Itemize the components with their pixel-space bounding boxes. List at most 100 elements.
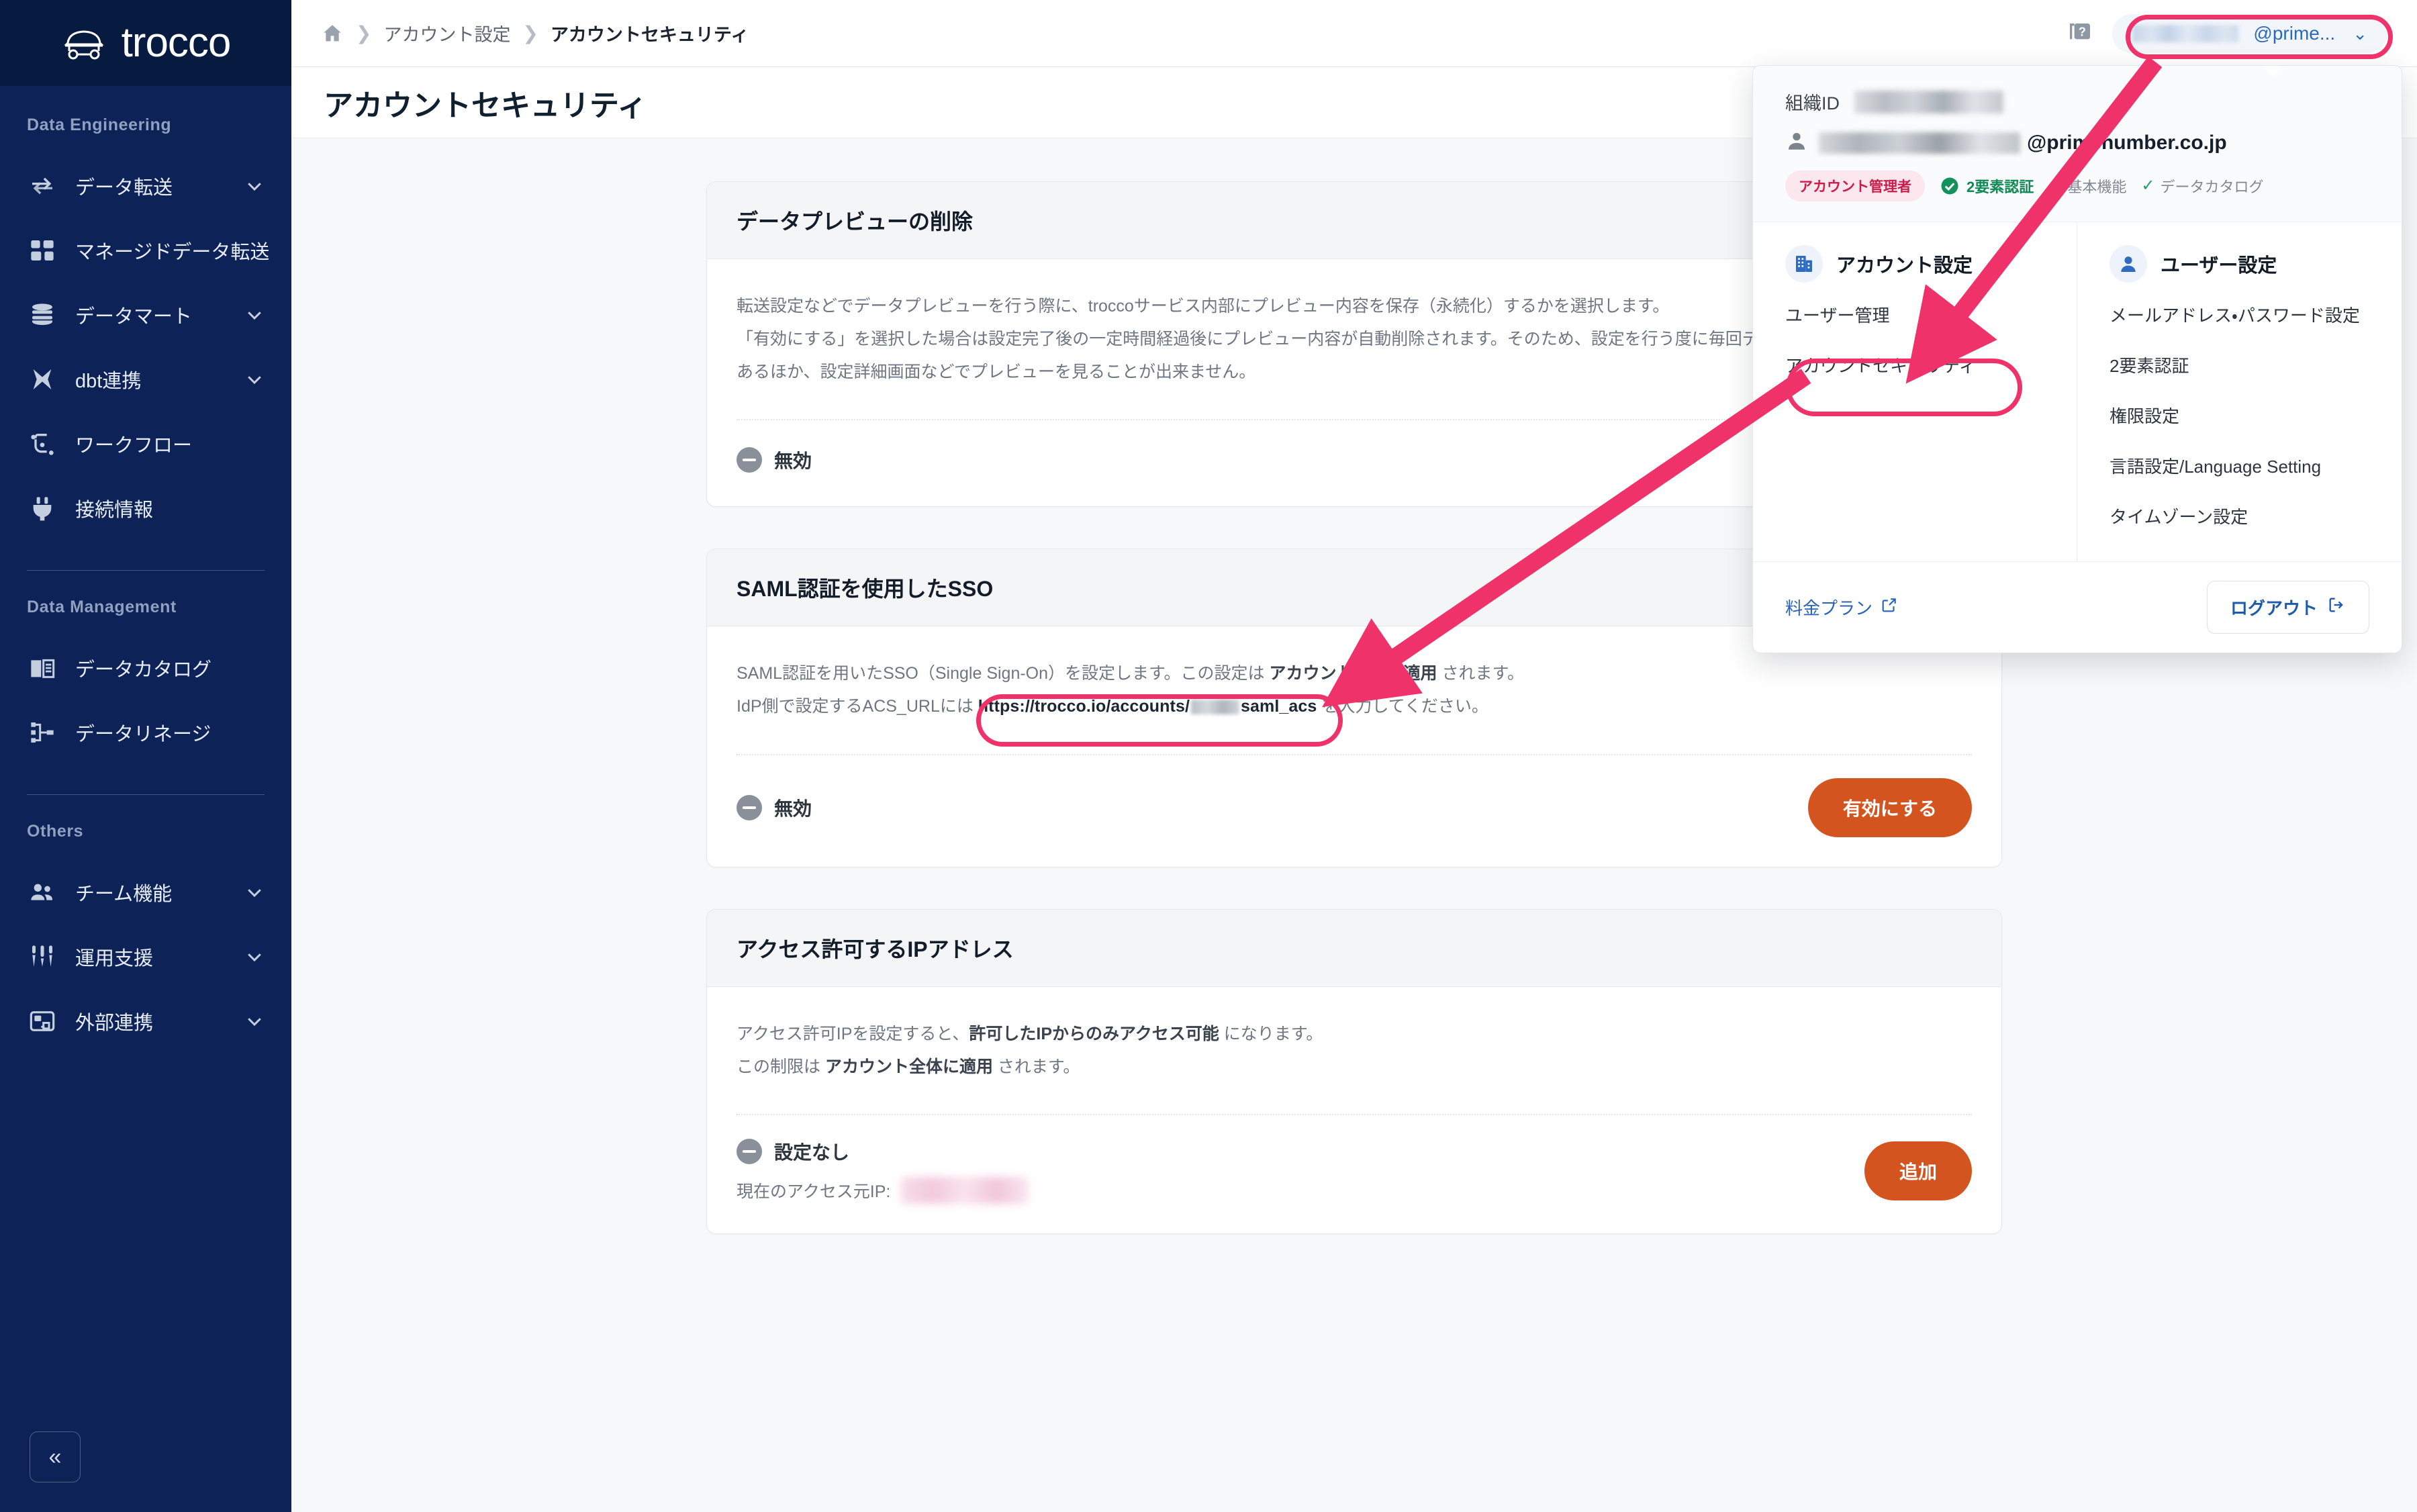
badge-data-catalog-label: データカタログ <box>2160 179 2264 195</box>
sidebar-item-data-mart[interactable]: データマート <box>0 283 291 347</box>
sidebar-section-label-data-engineering: Data Engineering <box>27 115 172 134</box>
sidebar-item-label: 接続情報 <box>75 500 154 521</box>
dropdown-item-account-security[interactable]: アカウントセキュリティ <box>1753 340 2077 390</box>
sidebar-item-connections[interactable]: 接続情報 <box>0 476 291 540</box>
sidebar: trocco Data Engineering データ転送 マネージドデータ転送 <box>0 0 291 1512</box>
pricing-plan-link[interactable]: 料金プラン <box>1785 595 1898 620</box>
organization-id-row: 組織ID <box>1785 89 2369 115</box>
topbar-right: ? @prime... ⌄ <box>2065 13 2387 53</box>
brand-logo[interactable]: trocco <box>0 0 291 86</box>
dropdown-column-header: ユーザー設定 <box>2077 245 2402 289</box>
card-actions: 有効にする <box>1807 777 1972 837</box>
sidebar-item-workflow[interactable]: ワークフロー <box>0 412 291 476</box>
breadcrumb-item-account-settings[interactable]: アカウント設定 <box>383 20 510 46</box>
card-header: アクセス許可するIPアドレス <box>707 909 2001 987</box>
dropdown-columns: アカウント設定 ユーザー管理 アカウントセキュリティ ユーザー設定 メールアドレ… <box>1753 222 2402 561</box>
dropdown-item-language[interactable]: 言語設定/Language Setting <box>2077 440 2402 491</box>
sidebar-item-data-lineage[interactable]: データリネージ <box>0 700 291 765</box>
main-area: ❯ アカウント設定 ❯ アカウントセキュリティ ? @prime... ⌄ アカ… <box>291 0 2417 1512</box>
logout-icon <box>2327 596 2346 619</box>
page-title: アカウントセキュリティ <box>324 89 647 122</box>
user-badges: アカウント管理者 2要素認証 ✓ 基本機能 ✓ データカタログ <box>1785 171 2369 201</box>
breadcrumb: ❯ アカウント設定 ❯ アカウントセキュリティ <box>321 20 749 46</box>
add-ip-button[interactable]: 追加 <box>1864 1141 1972 1201</box>
text-emphasis: 許可したIPからのみアクセス可能 <box>969 1024 1219 1043</box>
organization-id-label: 組織ID <box>1785 93 1840 113</box>
status-badge: 設定なし <box>737 1138 1029 1165</box>
text-emphasis: アカウント全体に適用 <box>1269 664 1437 683</box>
status-label: 無効 <box>774 451 812 472</box>
pricing-plan-label: 料金プラン <box>1785 598 1873 618</box>
home-icon[interactable] <box>321 22 344 45</box>
external-link-icon <box>1881 596 1898 618</box>
badge-basic-feature: ✓ 基本機能 <box>2048 175 2126 197</box>
transfer-icon <box>27 171 58 201</box>
sidebar-item-label: データカタログ <box>75 659 212 681</box>
managed-transfer-icon <box>27 235 58 266</box>
sidebar-item-label: チーム機能 <box>75 884 173 905</box>
sidebar-item-label: データ転送 <box>75 177 173 199</box>
dropdown-item-user-management[interactable]: ユーザー管理 <box>1753 289 2077 340</box>
sidebar-section-label-data-management: Data Management <box>27 598 177 616</box>
user-dropdown-menu: 組織ID @primenumber.co.jp アカウント管理者 2要素認証 ✓… <box>1752 65 2402 653</box>
dbt-icon <box>27 364 58 395</box>
badge-data-catalog: ✓ データカタログ <box>2141 175 2263 197</box>
svg-text:?: ? <box>2079 24 2086 38</box>
url-suffix: saml_acs <box>1241 697 1317 716</box>
sidebar-item-data-catalog[interactable]: データカタログ <box>0 636 291 700</box>
card-allowed-ip-addresses: アクセス許可するIPアドレス アクセス許可IPを設定すると、許可したIPからのみ… <box>706 908 2002 1235</box>
user-menu-button[interactable]: @prime... ⌄ <box>2112 13 2387 53</box>
card-description-line: SAML認証を用いたSSO（Single Sign-On）を設定します。この設定… <box>737 657 1972 690</box>
badge-account-admin: アカウント管理者 <box>1785 171 1925 201</box>
person-icon <box>1785 130 1808 156</box>
plug-icon <box>27 493 58 524</box>
dropdown-item-two-factor[interactable]: 2要素認証 <box>2077 340 2402 390</box>
sidebar-item-label: マネージドデータ転送 <box>75 242 270 263</box>
current-ip-row: 現在のアクセス元IP: <box>737 1177 1029 1204</box>
badge-basic-feature-label: 基本機能 <box>2067 179 2127 195</box>
text-suffix: になります。 <box>1219 1024 1323 1043</box>
card-footer: 設定なし 現在のアクセス元IP: 追加 <box>707 1115 2001 1233</box>
breadcrumb-separator: ❯ <box>356 22 372 44</box>
card-description-line-acs-url: IdP側で設定するACS_URLには https://trocco.io/acc… <box>737 690 1972 723</box>
sidebar-item-data-transfer[interactable]: データ転送 <box>0 154 291 218</box>
logout-button[interactable]: ログアウト <box>2206 581 2369 634</box>
sidebar-footer: « <box>0 1431 291 1512</box>
brand-name: trocco <box>121 19 232 66</box>
enable-sso-button[interactable]: 有効にする <box>1807 777 1972 837</box>
masked-current-ip <box>901 1177 1029 1204</box>
sidebar-item-label: 運用支援 <box>75 948 154 970</box>
user-email-row: @primenumber.co.jp <box>1785 130 2369 156</box>
chevron-down-icon <box>244 1011 265 1031</box>
sidebar-item-team[interactable]: チーム機能 <box>0 860 291 925</box>
sidebar-section-label-others: Others <box>27 822 84 841</box>
dropdown-item-email-password[interactable]: メールアドレス・パスワード設定 <box>2077 289 2402 340</box>
sidebar-collapse-button[interactable]: « <box>30 1431 81 1482</box>
logout-label: ログアウト <box>2230 598 2318 618</box>
help-icon[interactable]: ? <box>2065 19 2095 48</box>
text-suffix: を入力してください。 <box>1317 697 1488 716</box>
chevron-down-icon <box>244 882 265 902</box>
sidebar-item-operations[interactable]: 運用支援 <box>0 925 291 989</box>
user-email-domain: @primenumber.co.jp <box>2027 131 2227 154</box>
sidebar-item-dbt[interactable]: dbt連携 <box>0 347 291 412</box>
external-link-icon <box>27 1006 58 1037</box>
sidebar-item-label: dbt連携 <box>75 371 142 392</box>
sidebar-divider-2 <box>27 794 265 795</box>
status-badge: 無効 <box>737 446 812 473</box>
chevron-down-icon <box>244 176 265 196</box>
dropdown-item-timezone[interactable]: タイムゾーン設定 <box>2077 491 2402 541</box>
person-circle-icon <box>2110 245 2147 283</box>
sidebar-divider-1 <box>27 570 265 571</box>
dropdown-item-permissions[interactable]: 権限設定 <box>2077 390 2402 440</box>
dropdown-column-user-settings: ユーザー設定 メールアドレス・パスワード設定 2要素認証 権限設定 言語設定/L… <box>2077 222 2402 561</box>
chevron-down-icon: ⌄ <box>2353 23 2367 44</box>
status-and-ip: 設定なし 現在のアクセス元IP: <box>737 1138 1029 1204</box>
card-description-line: アクセス許可IPを設定すると、許可したIPからのみアクセス可能 になります。 <box>737 1018 1972 1051</box>
app-root: trocco Data Engineering データ転送 マネージドデータ転送 <box>0 0 2417 1512</box>
user-email-suffix: @prime... <box>2253 22 2336 44</box>
sidebar-item-external-integration[interactable]: 外部連携 <box>0 989 291 1053</box>
text-suffix: されます。 <box>992 1057 1080 1076</box>
sidebar-item-managed-data-transfer[interactable]: マネージドデータ転送 <box>0 218 291 283</box>
minus-circle-icon <box>737 794 762 820</box>
